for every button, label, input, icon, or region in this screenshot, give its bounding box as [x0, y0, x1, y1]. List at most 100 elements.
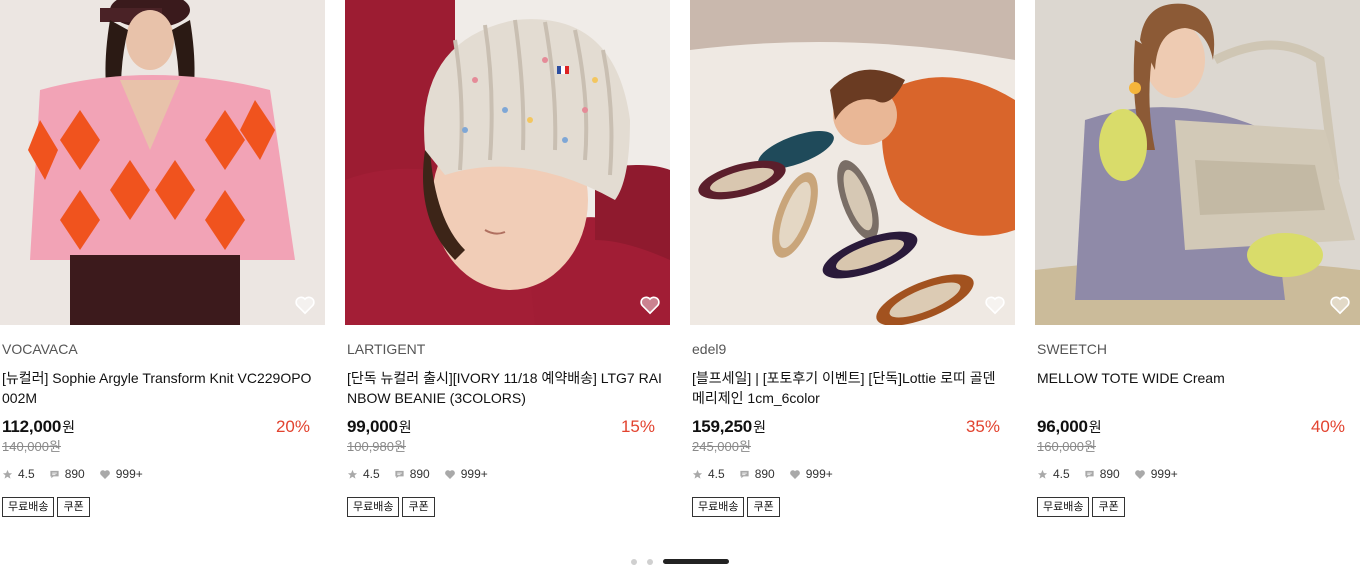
coupon-badge: 쿠폰	[402, 497, 435, 517]
heart-icon	[789, 469, 800, 479]
heart-icon	[444, 469, 455, 479]
wishlist-heart-icon[interactable]	[984, 295, 1006, 315]
like-count-value: 999+	[1150, 467, 1178, 481]
like-count-value: 999+	[115, 467, 143, 481]
product-image[interactable]	[690, 0, 1015, 325]
star-icon	[347, 469, 358, 479]
original-price: 140,000원	[2, 439, 61, 454]
product-title[interactable]: [뉴컬러] Sophie Argyle Transform Knit VC229…	[2, 368, 317, 408]
star-icon	[1037, 469, 1048, 479]
brand-name[interactable]: LARTIGENT	[347, 340, 670, 358]
badge-list: 무료배송 쿠폰	[2, 497, 325, 517]
free-shipping-badge: 무료배송	[347, 497, 400, 517]
knit-beanie-photo	[345, 0, 670, 325]
rating: 4.5	[2, 467, 35, 481]
coupon-badge: 쿠폰	[57, 497, 90, 517]
review-count-value: 890	[409, 467, 430, 481]
product-stats: 4.5 890 999+	[692, 465, 1015, 483]
comment-icon	[50, 470, 59, 478]
free-shipping-badge: 무료배송	[2, 497, 55, 517]
price-row: 99,000원 15%	[347, 416, 670, 438]
rating: 4.5	[347, 467, 380, 481]
rating-value: 4.5	[708, 467, 725, 481]
brand-name[interactable]: VOCAVACA	[2, 340, 325, 358]
sale-price-value: 99,000	[347, 417, 398, 436]
sale-price: 159,250원	[692, 417, 766, 436]
rating: 4.5	[692, 467, 725, 481]
review-count-value: 890	[64, 467, 85, 481]
product-title[interactable]: MELLOW TOTE WIDE Cream	[1037, 368, 1352, 408]
product-card[interactable]: edel9 [블프세일] | [포토후기 이벤트] [단독]Lottie 로띠 …	[690, 0, 1015, 517]
sale-price: 112,000원	[2, 417, 75, 436]
currency-unit: 원	[62, 419, 75, 435]
price-row: 159,250원 35%	[692, 416, 1015, 438]
heart-icon	[1134, 469, 1145, 479]
coupon-badge: 쿠폰	[747, 497, 780, 517]
product-card[interactable]: LARTIGENT [단독 뉴컬러 출시][IVORY 11/18 예약배송] …	[345, 0, 670, 517]
star-icon	[692, 469, 703, 479]
heart-icon	[99, 469, 110, 479]
rating-value: 4.5	[363, 467, 380, 481]
sale-price-value: 112,000	[2, 417, 62, 436]
rating-value: 4.5	[18, 467, 35, 481]
product-image[interactable]	[0, 0, 325, 325]
like-count-value: 999+	[460, 467, 488, 481]
badge-list: 무료배송 쿠폰	[347, 497, 670, 517]
original-price: 100,980원	[347, 439, 406, 454]
free-shipping-badge: 무료배송	[692, 497, 745, 517]
product-title[interactable]: [단독 뉴컬러 출시][IVORY 11/18 예약배송] LTG7 RAINB…	[347, 368, 662, 408]
discount-rate: 35%	[965, 417, 1000, 436]
brand-name[interactable]: SWEETCH	[1037, 340, 1360, 358]
badge-list: 무료배송 쿠폰	[692, 497, 1015, 517]
brand-name[interactable]: edel9	[692, 340, 1015, 358]
product-title[interactable]: [블프세일] | [포토후기 이벤트] [단독]Lottie 로띠 골덴 메리제…	[692, 368, 1007, 408]
comment-icon	[740, 470, 749, 478]
product-card[interactable]: SWEETCH MELLOW TOTE WIDE Cream 96,000원 4…	[1035, 0, 1360, 517]
review-count-value: 890	[1099, 467, 1120, 481]
product-stats: 4.5 890 999+	[347, 465, 670, 483]
price-row: 96,000원 40%	[1037, 416, 1360, 438]
comment-icon	[1085, 470, 1094, 478]
currency-unit: 원	[398, 419, 412, 435]
sale-price-value: 96,000	[1037, 417, 1088, 436]
like-count: 999+	[789, 467, 833, 481]
original-price: 160,000원	[1037, 439, 1096, 454]
comment-icon	[395, 470, 404, 478]
review-count: 890	[1084, 467, 1120, 481]
product-stats: 4.5 890 999+	[1037, 465, 1360, 483]
review-count: 890	[739, 467, 775, 481]
wishlist-heart-icon[interactable]	[639, 295, 661, 315]
argyle-sweater-photo	[0, 0, 325, 325]
original-price: 245,000원	[692, 439, 751, 454]
discount-rate: 40%	[1310, 417, 1345, 436]
badge-list: 무료배송 쿠폰	[1037, 497, 1360, 517]
review-count: 890	[394, 467, 430, 481]
pagination-dot-2[interactable]	[647, 559, 653, 565]
discount-rate: 15%	[620, 417, 655, 436]
pagination-active-bar[interactable]	[663, 559, 729, 564]
product-image[interactable]	[1035, 0, 1360, 325]
product-card[interactable]: VOCAVACA [뉴컬러] Sophie Argyle Transform K…	[0, 0, 325, 517]
pagination-dot-1[interactable]	[631, 559, 637, 565]
price-row: 112,000원 20%	[2, 416, 325, 438]
rating: 4.5	[1037, 467, 1070, 481]
like-count: 999+	[99, 467, 143, 481]
tote-bag-photo	[1035, 0, 1360, 325]
currency-unit: 원	[1088, 419, 1102, 435]
like-count: 999+	[1134, 467, 1178, 481]
product-stats: 4.5 890 999+	[2, 465, 325, 483]
coupon-badge: 쿠폰	[1092, 497, 1125, 517]
wishlist-heart-icon[interactable]	[1329, 295, 1351, 315]
discount-rate: 20%	[275, 417, 310, 436]
product-image[interactable]	[345, 0, 670, 325]
review-count: 890	[49, 467, 85, 481]
free-shipping-badge: 무료배송	[1037, 497, 1090, 517]
review-count-value: 890	[754, 467, 775, 481]
currency-unit: 원	[753, 419, 766, 435]
sale-price: 99,000원	[347, 417, 412, 436]
wishlist-heart-icon[interactable]	[294, 295, 316, 315]
mary-jane-shoes-photo	[690, 0, 1015, 325]
star-icon	[2, 469, 13, 479]
like-count-value: 999+	[805, 467, 833, 481]
like-count: 999+	[444, 467, 488, 481]
